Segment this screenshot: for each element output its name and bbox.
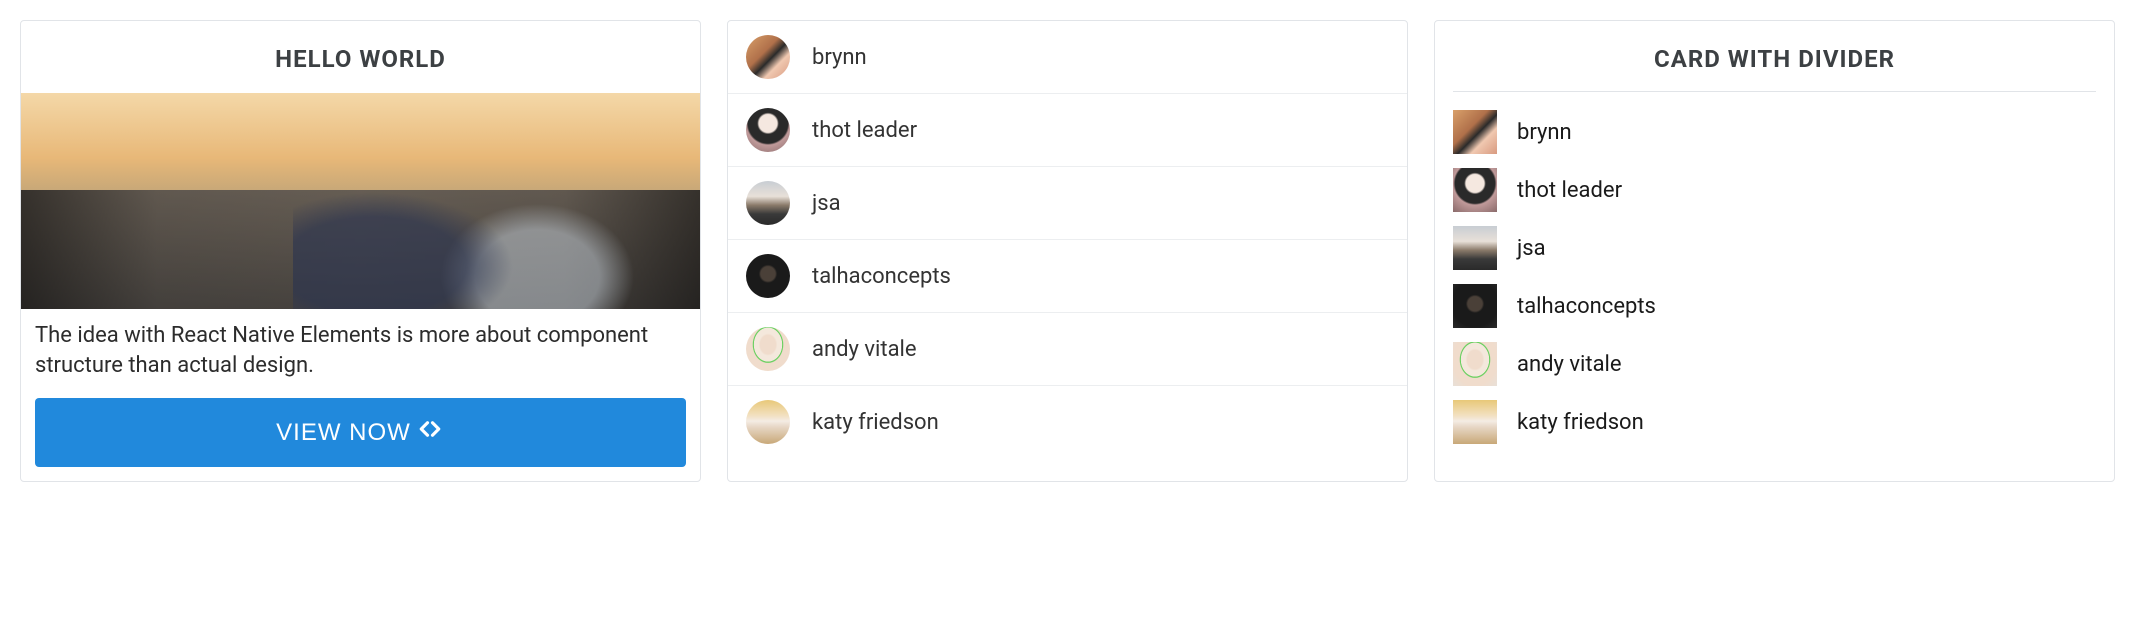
avatar — [1453, 284, 1497, 328]
list-item[interactable]: talhaconcepts — [1453, 284, 2096, 328]
user-name: talhaconcepts — [812, 264, 951, 289]
list-item[interactable]: thot leader — [1453, 168, 2096, 212]
card-with-divider: CARD WITH DIVIDER brynn thot leader jsa … — [1434, 20, 2115, 482]
list-item[interactable]: jsa — [1453, 226, 2096, 270]
user-name: thot leader — [812, 118, 917, 143]
user-name: andy vitale — [812, 337, 917, 362]
avatar — [1453, 342, 1497, 386]
user-name: brynn — [1517, 120, 1572, 145]
user-name: andy vitale — [1517, 352, 1622, 377]
list-item[interactable]: brynn — [1453, 110, 2096, 154]
list-item[interactable]: jsa — [728, 167, 1407, 240]
list-item[interactable]: thot leader — [728, 94, 1407, 167]
user-name: katy friedson — [812, 410, 939, 435]
divider — [1453, 91, 2096, 92]
code-icon — [415, 414, 445, 451]
hello-world-card: HELLO WORLD The idea with React Native E… — [20, 20, 701, 482]
list-item[interactable]: katy friedson — [728, 386, 1407, 458]
card-hero-image — [21, 93, 700, 309]
user-name: talhaconcepts — [1517, 294, 1656, 319]
user-name: jsa — [1517, 236, 1546, 261]
avatar — [1453, 110, 1497, 154]
user-name: thot leader — [1517, 178, 1622, 203]
avatar — [1453, 400, 1497, 444]
avatar — [1453, 168, 1497, 212]
list-item[interactable]: talhaconcepts — [728, 240, 1407, 313]
list-item[interactable]: brynn — [728, 21, 1407, 94]
card-description: The idea with React Native Elements is m… — [35, 321, 686, 380]
avatar — [746, 108, 790, 152]
user-list-card: brynn thot leader jsa talhaconcepts andy… — [727, 20, 1408, 482]
card-body: brynn thot leader jsa talhaconcepts andy… — [1435, 110, 2114, 462]
list-item[interactable]: andy vitale — [1453, 342, 2096, 386]
list-item[interactable]: andy vitale — [728, 313, 1407, 386]
list-item[interactable]: katy friedson — [1453, 400, 2096, 444]
card-body: The idea with React Native Elements is m… — [21, 309, 700, 481]
card-title: CARD WITH DIVIDER — [1435, 21, 2114, 91]
avatar — [746, 254, 790, 298]
view-now-button[interactable]: VIEW NOW — [35, 398, 686, 467]
user-name: jsa — [812, 191, 841, 216]
avatar — [746, 35, 790, 79]
avatar — [1453, 226, 1497, 270]
button-label: VIEW NOW — [276, 419, 411, 447]
user-name: brynn — [812, 45, 867, 70]
avatar — [746, 327, 790, 371]
avatar — [746, 400, 790, 444]
user-name: katy friedson — [1517, 410, 1644, 435]
card-title: HELLO WORLD — [21, 21, 700, 93]
avatar — [746, 181, 790, 225]
